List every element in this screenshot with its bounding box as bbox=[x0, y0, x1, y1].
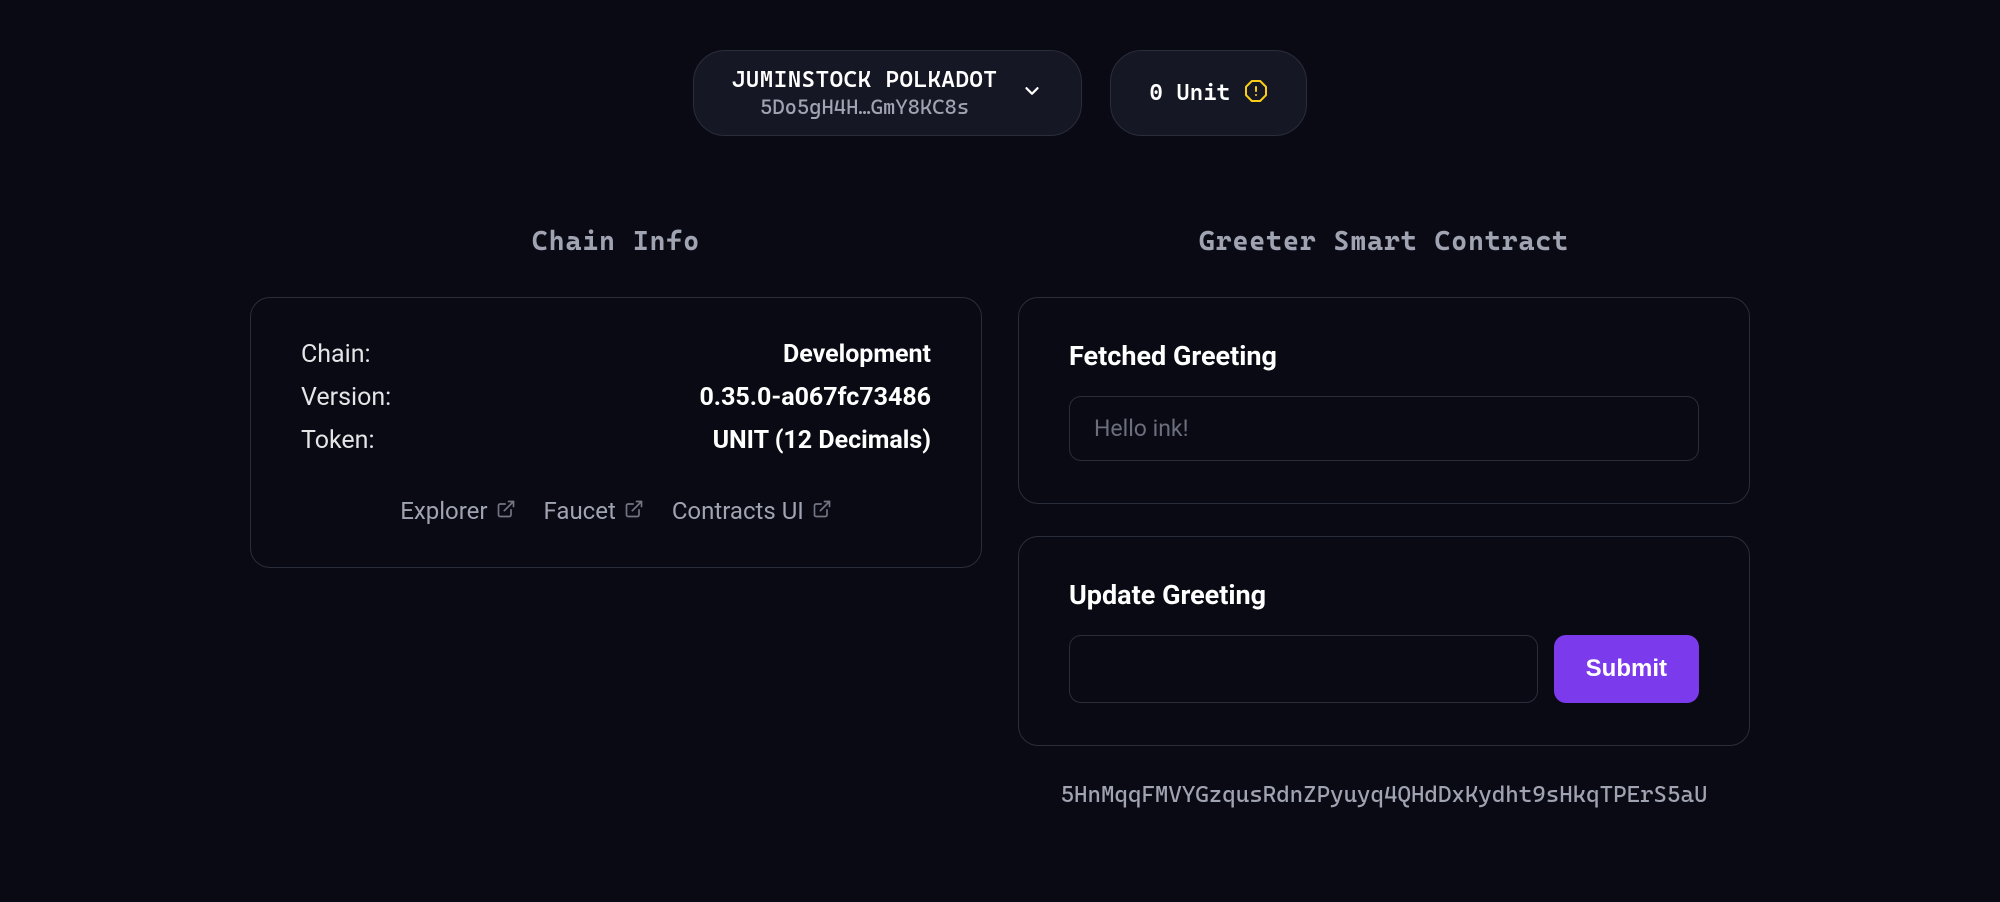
warning-icon bbox=[1244, 79, 1268, 107]
greeting-text: Hello ink! bbox=[1094, 415, 1189, 442]
header: JUMINSTOCK POLKADOT 5Do5gH4H…GmY8KC8s 0 … bbox=[0, 0, 2000, 136]
links-row: Explorer Faucet bbox=[301, 497, 931, 525]
account-info: JUMINSTOCK POLKADOT 5Do5gH4H…GmY8KC8s bbox=[732, 67, 998, 119]
info-row-token: Token: UNIT (12 Decimals) bbox=[301, 426, 931, 455]
account-selector[interactable]: JUMINSTOCK POLKADOT 5Do5gH4H…GmY8KC8s bbox=[693, 50, 1083, 136]
balance-display: 0 Unit bbox=[1110, 50, 1307, 136]
balance-text: 0 Unit bbox=[1149, 80, 1230, 106]
account-address: 5Do5gH4H…GmY8KC8s bbox=[760, 95, 969, 119]
info-value: 0.35.0-a067fc73486 bbox=[699, 383, 931, 412]
chain-info-title: Chain Info bbox=[250, 226, 982, 257]
external-link-icon bbox=[812, 497, 832, 525]
link-explorer[interactable]: Explorer bbox=[400, 497, 515, 525]
greeting-input[interactable] bbox=[1069, 635, 1538, 703]
submit-button[interactable]: Submit bbox=[1554, 635, 1699, 703]
link-label: Contracts UI bbox=[672, 497, 804, 525]
greeter-column: Greeter Smart Contract Fetched Greeting … bbox=[1018, 226, 1750, 808]
external-link-icon bbox=[624, 497, 644, 525]
fetched-greeting-heading: Fetched Greeting bbox=[1069, 340, 1699, 372]
update-greeting-card: Update Greeting Submit bbox=[1018, 536, 1750, 746]
info-label: Token: bbox=[301, 426, 375, 455]
info-label: Chain: bbox=[301, 340, 371, 369]
info-row-chain: Chain: Development bbox=[301, 340, 931, 369]
greeter-title: Greeter Smart Contract bbox=[1018, 226, 1750, 257]
greeting-display: Hello ink! bbox=[1069, 396, 1699, 461]
info-value: Development bbox=[783, 340, 931, 369]
contract-address: 5HnMqqFMVYGzqusRdnZPyuyq4QHdDxKydht9sHkq… bbox=[1018, 782, 1750, 808]
main-content: Chain Info Chain: Development Version: 0… bbox=[0, 226, 2000, 808]
info-label: Version: bbox=[301, 383, 391, 412]
info-row-version: Version: 0.35.0-a067fc73486 bbox=[301, 383, 931, 412]
link-faucet[interactable]: Faucet bbox=[544, 497, 644, 525]
update-row: Submit bbox=[1069, 635, 1699, 703]
link-label: Explorer bbox=[400, 497, 487, 525]
link-contracts-ui[interactable]: Contracts UI bbox=[672, 497, 832, 525]
chain-info-column: Chain Info Chain: Development Version: 0… bbox=[250, 226, 982, 808]
link-label: Faucet bbox=[544, 497, 616, 525]
fetched-greeting-card: Fetched Greeting Hello ink! bbox=[1018, 297, 1750, 504]
chevron-down-icon bbox=[1021, 80, 1043, 106]
account-name: JUMINSTOCK POLKADOT bbox=[732, 67, 998, 93]
info-value: UNIT (12 Decimals) bbox=[713, 426, 931, 455]
update-greeting-heading: Update Greeting bbox=[1069, 579, 1699, 611]
chain-info-card: Chain: Development Version: 0.35.0-a067f… bbox=[250, 297, 982, 568]
external-link-icon bbox=[496, 497, 516, 525]
